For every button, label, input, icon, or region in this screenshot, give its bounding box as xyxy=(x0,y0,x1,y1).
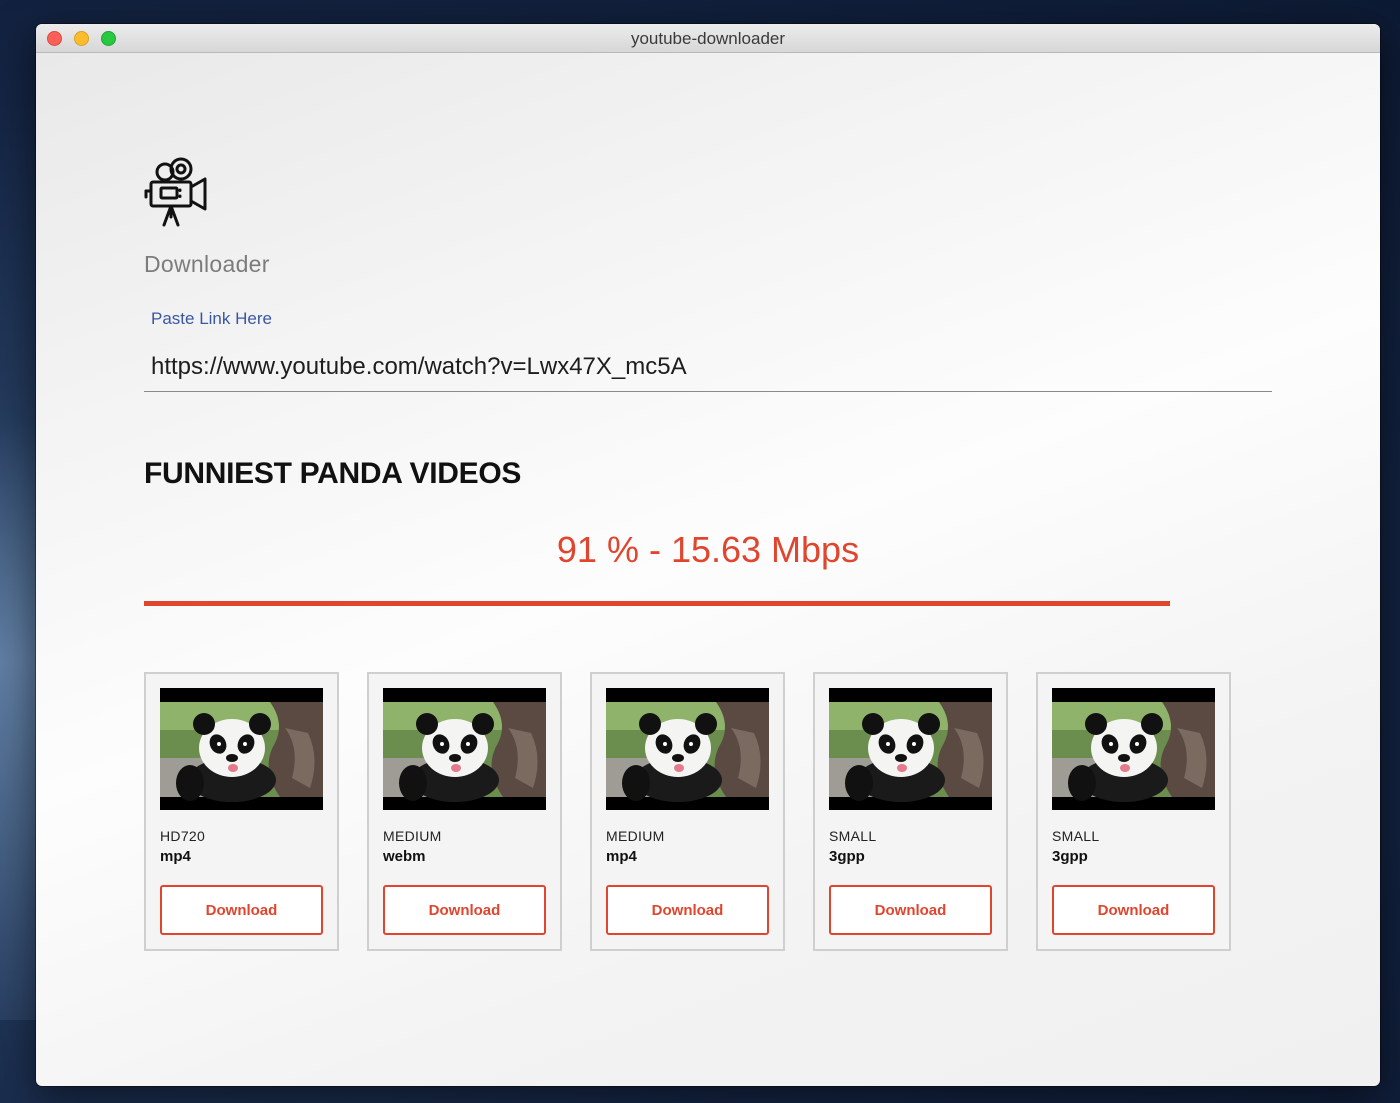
format-type: webm xyxy=(383,848,426,865)
main-content: Downloader Paste Link Here FUNNIEST PAND… xyxy=(36,53,1380,1086)
format-quality: MEDIUM xyxy=(606,828,665,844)
panda-thumbnail xyxy=(1052,688,1215,810)
progress-text: 91 % - 15.63 Mbps xyxy=(556,529,860,570)
download-button[interactable]: Download xyxy=(829,885,992,935)
format-quality: SMALL xyxy=(1052,828,1100,844)
progress-bar-fill xyxy=(144,601,1171,606)
format-card: MEDIUM webm Download xyxy=(367,672,562,951)
format-type: 3gpp xyxy=(829,848,865,865)
format-quality: HD720 xyxy=(160,828,206,844)
download-button[interactable]: Download xyxy=(160,885,323,935)
format-card: HD720 mp4 Download xyxy=(144,672,339,951)
link-field-label: Paste Link Here xyxy=(151,309,272,328)
title-bar: youtube-downloader xyxy=(36,24,1380,53)
video-camera-icon xyxy=(144,157,207,227)
format-card: SMALL 3gpp Download xyxy=(1036,672,1231,951)
format-card: SMALL 3gpp Download xyxy=(813,672,1008,951)
app-name: Downloader xyxy=(144,251,270,277)
format-type: mp4 xyxy=(606,848,637,865)
download-button[interactable]: Download xyxy=(606,885,769,935)
format-type: mp4 xyxy=(160,848,191,865)
panda-thumbnail xyxy=(606,688,769,810)
panda-thumbnail xyxy=(383,688,546,810)
format-list: HD720 mp4 Download MEDIUM webm Download … xyxy=(144,672,1231,951)
app-window: youtube-downloader Downloader Paste Link… xyxy=(36,24,1380,1086)
format-quality: SMALL xyxy=(829,828,877,844)
window-title: youtube-downloader xyxy=(630,29,786,48)
video-title: FUNNIEST PANDA VIDEOS xyxy=(144,457,522,490)
progress-bar xyxy=(144,601,1272,606)
format-card: MEDIUM mp4 Download xyxy=(590,672,785,951)
format-type: 3gpp xyxy=(1052,848,1088,865)
panda-thumbnail xyxy=(829,688,992,810)
download-button[interactable]: Download xyxy=(1052,885,1215,935)
link-input[interactable] xyxy=(144,342,1272,392)
panda-thumbnail xyxy=(160,688,323,810)
download-button[interactable]: Download xyxy=(383,885,546,935)
format-quality: MEDIUM xyxy=(383,828,442,844)
